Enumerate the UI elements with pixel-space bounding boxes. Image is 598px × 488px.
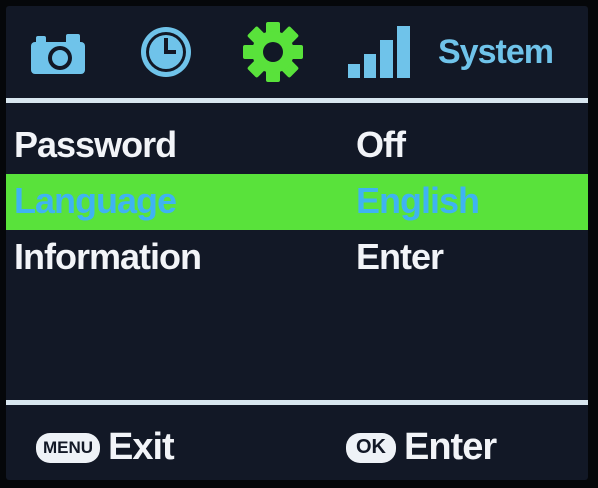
tab-gear[interactable] — [240, 20, 306, 84]
camera-settings-screen: System Password Off Language English Inf… — [6, 6, 588, 480]
exit-button[interactable]: MENU Exit — [36, 426, 175, 469]
menu-key-badge: MENU — [36, 432, 100, 463]
exit-label: Exit — [108, 426, 175, 468]
tab-system[interactable]: System — [438, 20, 578, 84]
ok-key-badge: OK — [346, 432, 396, 463]
menu-row-information[interactable]: Information Enter — [6, 230, 588, 286]
menu-value-information: Enter — [356, 236, 444, 277]
menu-row-password[interactable]: Password Off — [6, 118, 588, 174]
gear-icon — [243, 22, 303, 82]
menu-label-password: Password — [14, 124, 177, 165]
signal-icon — [348, 26, 410, 78]
tab-clock[interactable] — [136, 20, 196, 84]
menu-label-information: Information — [14, 236, 202, 277]
tab-signal[interactable] — [344, 20, 414, 84]
bottom-divider — [6, 400, 588, 405]
menu-value-password: Off — [356, 124, 406, 165]
menu-value-language: English — [356, 180, 480, 221]
menu-label-language: Language — [14, 180, 177, 221]
camera-icon — [31, 34, 85, 74]
top-tab-bar: System — [6, 6, 588, 98]
enter-button[interactable]: OK Enter — [346, 426, 497, 469]
settings-menu: Password Off Language English Informatio… — [6, 118, 588, 286]
bottom-key-bar: MENU Exit OK Enter — [6, 414, 588, 480]
enter-label: Enter — [404, 426, 497, 468]
tab-system-label: System — [438, 32, 554, 71]
clock-icon — [141, 27, 191, 77]
menu-row-language[interactable]: Language English — [6, 174, 588, 230]
tab-camera[interactable] — [28, 20, 88, 84]
top-divider — [6, 98, 588, 103]
